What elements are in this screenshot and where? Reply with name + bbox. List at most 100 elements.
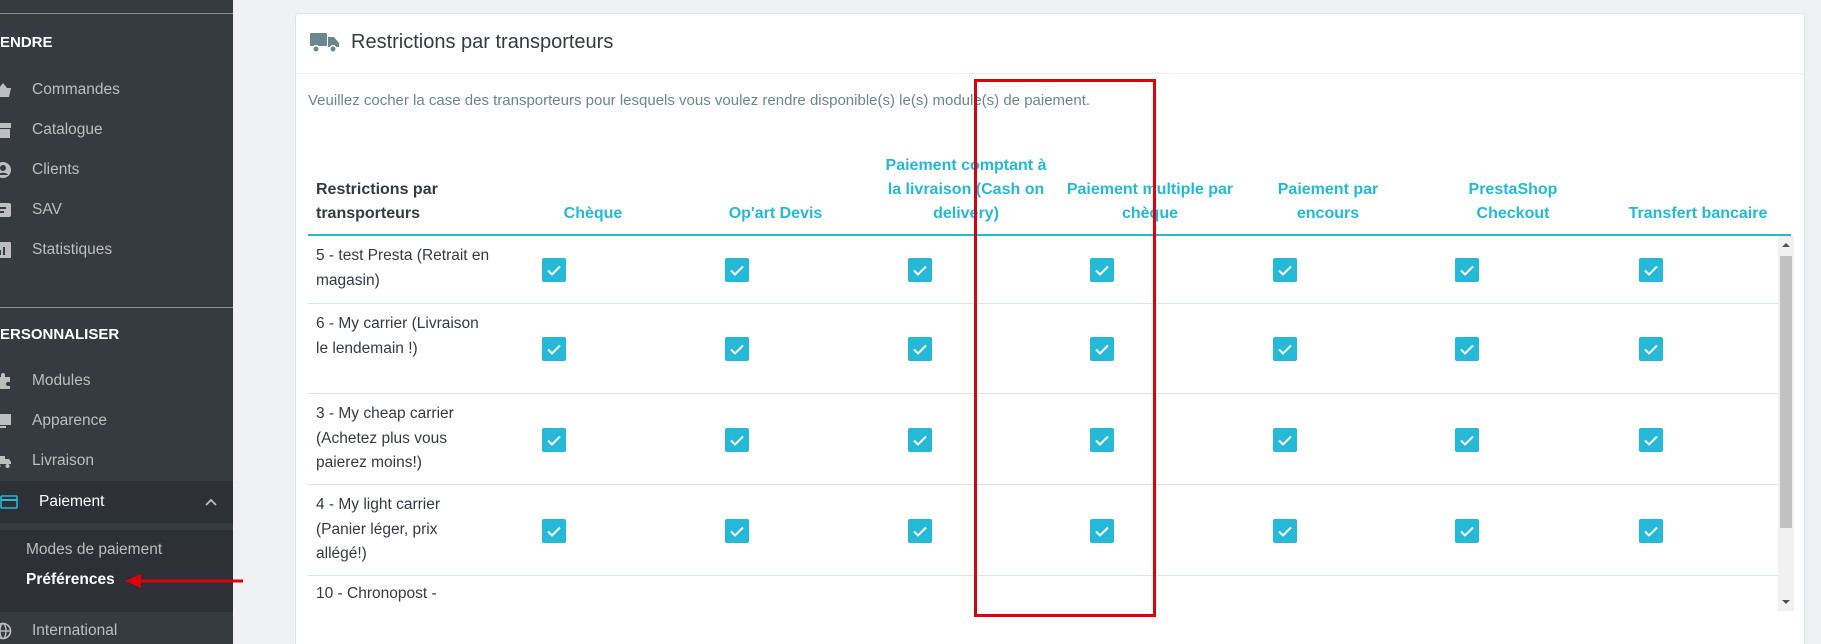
carrier-module-checkbox[interactable] (1273, 428, 1297, 452)
column-header-encours: Paiement par encours (1277, 181, 1379, 222)
sidebar-item-label: Clients (32, 161, 80, 178)
sidebar: ENDRE Commandes Catalogue Clients SAV St… (0, 0, 233, 644)
checkmark-icon (1644, 265, 1658, 276)
sidebar-item-label: Statistiques (32, 241, 113, 258)
carrier-module-checkbox[interactable] (1455, 428, 1479, 452)
sidebar-item-label: Livraison (32, 452, 95, 469)
column-header-cheque: Chèque (563, 205, 623, 222)
carrier-module-checkbox[interactable] (908, 428, 932, 452)
carrier-module-checkbox[interactable] (1455, 337, 1479, 361)
panel-header: Restrictions par transporteurs (296, 14, 1804, 74)
carrier-module-checkbox[interactable] (542, 258, 566, 282)
checkmark-icon (1278, 526, 1292, 537)
sidebar-item-appearance[interactable]: Apparence (0, 402, 233, 440)
carrier-name: 5 - test Presta (Retrait en magasin) (316, 247, 490, 289)
carrier-module-checkbox[interactable] (1273, 337, 1297, 361)
annotation-arrow (125, 574, 243, 588)
carrier-name: 10 - Chronopost - (316, 585, 437, 602)
carrier-module-checkbox[interactable] (1639, 258, 1663, 282)
carrier-module-checkbox[interactable] (1273, 519, 1297, 543)
scroll-down-icon[interactable] (1781, 597, 1791, 607)
carrier-module-checkbox[interactable] (1639, 519, 1663, 543)
checkmark-icon (730, 344, 744, 355)
carrier-module-checkbox[interactable] (1455, 258, 1479, 282)
checkmark-icon (547, 265, 561, 276)
checkmark-icon (730, 265, 744, 276)
checkmark-icon (913, 344, 927, 355)
column-header-prestashop-checkout: PrestaShop Checkout (1468, 181, 1558, 222)
checkmark-icon (730, 526, 744, 537)
checkmark-icon (1278, 435, 1292, 446)
carrier-module-checkbox[interactable] (542, 519, 566, 543)
checkmark-icon (1644, 526, 1658, 537)
chevron-up-icon[interactable] (203, 494, 219, 510)
basket-icon (0, 83, 11, 97)
carrier-module-checkbox[interactable] (1273, 258, 1297, 282)
sidebar-item-modules[interactable]: Modules (0, 362, 233, 400)
submenu-item-payment-methods[interactable]: Modes de paiement (26, 541, 162, 559)
carrier-name: 4 - My light carrier (Panier léger, prix… (316, 496, 441, 562)
sidebar-item-catalog[interactable]: Catalogue (0, 111, 233, 149)
checkmark-icon (730, 435, 744, 446)
panel-title: Restrictions par transporteurs (351, 31, 614, 53)
carrier-module-checkbox[interactable] (908, 519, 932, 543)
checkmark-icon (1278, 265, 1292, 276)
puzzle-icon (0, 373, 10, 389)
sidebar-item-stats[interactable]: Statistiques (0, 231, 233, 269)
checkmark-icon (1278, 344, 1292, 355)
sidebar-item-payment[interactable]: Paiement (0, 481, 233, 523)
annotation-highlight-box (974, 79, 1156, 617)
checkmark-icon (1460, 265, 1474, 276)
carrier-module-checkbox[interactable] (725, 258, 749, 282)
carrier-module-checkbox[interactable] (725, 519, 749, 543)
sidebar-item-international[interactable]: International (0, 612, 233, 644)
sidebar-item-label: Paiement (39, 493, 105, 510)
carrier-name: 3 - My cheap carrier (Achetez plus vous … (316, 405, 454, 471)
checkmark-icon (1460, 526, 1474, 537)
carrier-module-checkbox[interactable] (1455, 519, 1479, 543)
carrier-name: 6 - My carrier (Livraison le lendemain !… (316, 315, 479, 357)
message-icon (0, 203, 11, 217)
sidebar-item-label: Commandes (32, 81, 120, 98)
sidebar-item-label: International (32, 622, 118, 639)
globe-icon (0, 622, 12, 640)
carrier-module-checkbox[interactable] (1639, 337, 1663, 361)
scroll-up-icon[interactable] (1781, 240, 1791, 250)
column-header-opart-devis: Op'art Devis (728, 205, 823, 222)
sidebar-item-sav[interactable]: SAV (0, 191, 233, 229)
table-scrollbar[interactable] (1778, 236, 1794, 611)
sidebar-item-shipping[interactable]: Livraison (0, 442, 233, 480)
credit-card-icon (0, 495, 18, 509)
sidebar-item-label: Apparence (32, 412, 107, 429)
help-text: Veuillez cocher la case des transporteur… (308, 92, 1091, 109)
checkmark-icon (1460, 344, 1474, 355)
sidebar-item-label: Modules (32, 372, 91, 389)
checkmark-icon (913, 526, 927, 537)
column-header-carrier: Restrictions par transporteurs (316, 181, 438, 222)
carrier-module-checkbox[interactable] (908, 258, 932, 282)
checkmark-icon (1644, 344, 1658, 355)
store-icon (0, 123, 11, 138)
monitor-icon (0, 414, 11, 428)
submenu-item-preferences[interactable]: Préférences (26, 571, 115, 589)
checkmark-icon (547, 344, 561, 355)
divider (0, 307, 233, 308)
sidebar-item-label: Catalogue (32, 121, 103, 138)
carrier-module-checkbox[interactable] (1639, 428, 1663, 452)
section-title-customize: ERSONNALISER (0, 326, 120, 343)
carrier-module-checkbox[interactable] (542, 428, 566, 452)
sidebar-item-orders[interactable]: Commandes (0, 71, 233, 109)
carrier-module-checkbox[interactable] (908, 337, 932, 361)
checkmark-icon (913, 265, 927, 276)
carrier-module-checkbox[interactable] (725, 337, 749, 361)
scrollbar-thumb[interactable] (1780, 256, 1792, 528)
checkmark-icon (913, 435, 927, 446)
carrier-module-checkbox[interactable] (725, 428, 749, 452)
truck-icon (0, 456, 11, 468)
checkmark-icon (547, 526, 561, 537)
checkmark-icon (547, 435, 561, 446)
user-circle-icon (0, 162, 11, 178)
carrier-restrictions-panel: Restrictions par transporteurs Veuillez … (295, 13, 1805, 644)
carrier-module-checkbox[interactable] (542, 337, 566, 361)
sidebar-item-customers[interactable]: Clients (0, 151, 233, 189)
